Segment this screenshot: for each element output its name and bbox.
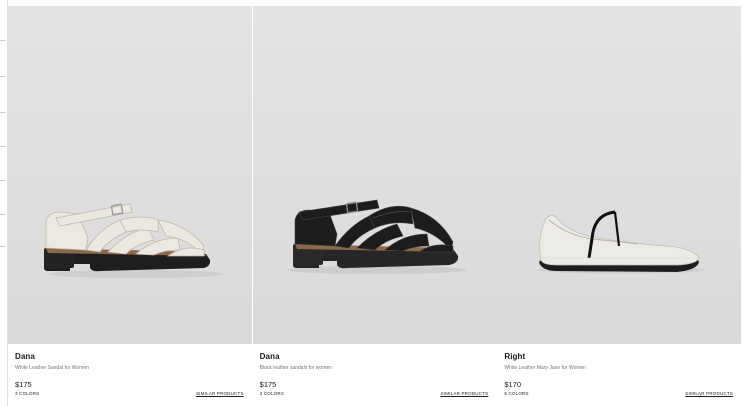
similar-products-link[interactable]: SIMILAR PRODUCTS [196, 391, 244, 396]
product-price: $175 [259, 380, 277, 389]
product-image[interactable] [252, 6, 497, 344]
rail-tick [0, 146, 6, 147]
rail-tick [0, 246, 6, 247]
color-count[interactable]: 3 COLORS [15, 391, 39, 396]
rail-tick [0, 112, 6, 113]
product-image[interactable] [8, 6, 252, 344]
rail-tick [0, 180, 6, 181]
black-sandal-image [286, 199, 467, 274]
white-mary-jane-image [537, 210, 706, 274]
product-grid: Dana White Leather Sandal for Women $175… [8, 6, 742, 406]
product-description: Black leather sandals for women [259, 365, 332, 371]
product-description: White Leather Sandal for Women [15, 365, 89, 371]
product-image[interactable] [497, 6, 742, 344]
product-card[interactable]: Right White Leather Mary Jane for Women … [497, 6, 742, 406]
product-name[interactable]: Right [504, 352, 733, 361]
rail-tick [0, 40, 6, 41]
left-rail [0, 0, 8, 406]
rail-tick [0, 214, 6, 215]
product-info: Right White Leather Mary Jane for Women … [504, 352, 733, 396]
similar-products-link[interactable]: SIMILAR PRODUCTS [685, 391, 733, 396]
product-price: $175 [15, 380, 32, 389]
product-meta-row: 5 COLORS SIMILAR PRODUCTS [504, 391, 733, 396]
product-meta-row: 3 COLORS SIMILAR PRODUCTS [260, 391, 489, 396]
product-meta-row: 3 COLORS SIMILAR PRODUCTS [15, 391, 244, 396]
product-info: Dana Black leather sandals for women $17… [260, 352, 489, 396]
product-info: Dana White Leather Sandal for Women $175… [15, 352, 244, 396]
product-card[interactable]: Dana White Leather Sandal for Women $175… [8, 6, 252, 406]
white-sandal-image [44, 203, 224, 278]
similar-products-link[interactable]: SIMILAR PRODUCTS [441, 391, 489, 396]
product-name[interactable]: Dana [260, 352, 489, 361]
rail-tick [0, 76, 6, 77]
product-name[interactable]: Dana [15, 352, 244, 361]
color-count[interactable]: 3 COLORS [260, 391, 284, 396]
product-price: $170 [504, 380, 522, 389]
product-description: White Leather Mary Jane for Women [504, 365, 586, 371]
product-card[interactable]: Dana Black leather sandals for women $17… [252, 6, 497, 406]
color-count[interactable]: 5 COLORS [504, 391, 528, 396]
